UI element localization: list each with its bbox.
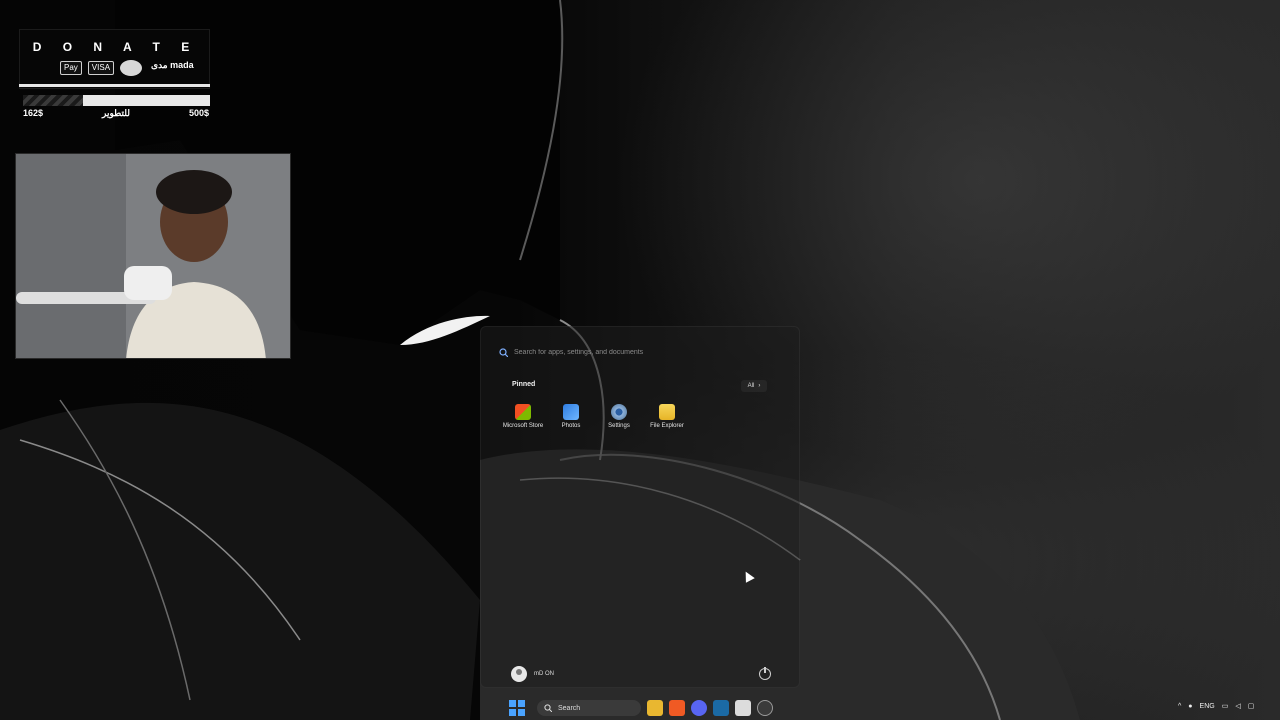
notification-icon[interactable]: ▢	[1248, 702, 1255, 710]
donate-title: D O N A T E	[32, 40, 199, 54]
taskbar-center: Search	[509, 700, 773, 716]
file-explorer-icon[interactable]	[647, 700, 663, 716]
system-tray: ^ ● ENG ▭ ◁ ▢	[1178, 702, 1255, 711]
windows-logo-tile	[518, 700, 525, 707]
brave-icon[interactable]	[669, 700, 685, 716]
app-label: Photos	[561, 423, 581, 429]
chevron-right-icon: ›	[758, 383, 761, 389]
mastercard-logo	[120, 60, 143, 76]
pinned-apps: Microsoft Store Photos Settings File Exp…	[499, 404, 691, 429]
donation-progress-fill	[23, 95, 83, 106]
streamer-figure	[16, 154, 290, 358]
taskbar-search[interactable]: Search	[537, 700, 641, 716]
user-name: mD ON	[534, 671, 554, 677]
mada-logo: مدى mada	[151, 60, 194, 70]
windows-logo-tile	[518, 709, 525, 716]
donate-divider	[19, 84, 210, 87]
avatar	[511, 666, 527, 682]
start-menu: Pinned All › Microsoft Store Photos Sett…	[480, 326, 800, 688]
donation-progress-bar	[23, 95, 210, 106]
windows-logo-tile	[509, 700, 516, 707]
apple-pay-logo: Pay	[60, 61, 82, 75]
start-search-box[interactable]	[499, 344, 783, 360]
webcam-feed	[15, 153, 291, 359]
network-icon[interactable]: ▭	[1222, 702, 1229, 710]
visa-logo: VISA	[87, 61, 115, 75]
all-apps-label: All	[747, 383, 755, 389]
app-label: Settings	[608, 423, 630, 429]
chevron-up-icon[interactable]: ^	[1178, 703, 1181, 710]
power-button[interactable]	[759, 667, 771, 680]
start-search-input[interactable]	[514, 348, 783, 356]
start-button[interactable]	[509, 700, 525, 716]
pinned-heading: Pinned	[512, 381, 536, 388]
all-apps-button[interactable]: All ›	[741, 380, 767, 392]
taskbar: Search ^ ● ENG ▭ ◁ ▢	[0, 697, 1280, 720]
pinned-app-settings[interactable]: Settings	[595, 404, 643, 429]
windows-logo-tile	[509, 709, 516, 716]
microsoft-store-icon	[515, 404, 531, 420]
pinned-app-microsoft-store[interactable]: Microsoft Store	[499, 404, 547, 429]
language-indicator[interactable]: ENG	[1200, 703, 1215, 710]
taskbar-search-label: Search	[558, 704, 581, 712]
gear-icon	[611, 404, 627, 420]
obs-icon[interactable]	[757, 700, 773, 716]
pinned-app-photos[interactable]: Photos	[547, 404, 595, 429]
app-label: Microsoft Store	[502, 423, 544, 429]
microphone-icon[interactable]: ●	[1188, 703, 1192, 710]
steam-icon[interactable]	[713, 700, 729, 716]
volume-icon[interactable]: ◁	[1235, 702, 1240, 710]
target-amount: 500$	[189, 108, 210, 118]
goal-caption: للتطوير	[102, 108, 130, 118]
search-icon	[499, 347, 508, 357]
discord-icon[interactable]	[691, 700, 707, 716]
photos-icon	[563, 404, 579, 420]
donate-widget: D O N A T E Pay VISA مدى mada	[19, 29, 210, 89]
pinned-app-file-explorer[interactable]: File Explorer	[643, 404, 691, 429]
raised-amount: 162$	[23, 108, 44, 118]
folder-icon	[659, 404, 675, 420]
search-icon	[544, 704, 552, 712]
app-label: File Explorer	[650, 423, 684, 429]
calendar-icon[interactable]	[735, 700, 751, 716]
payment-methods: Pay VISA مدى mada	[60, 60, 197, 76]
user-account-button[interactable]: mD ON	[511, 666, 554, 682]
